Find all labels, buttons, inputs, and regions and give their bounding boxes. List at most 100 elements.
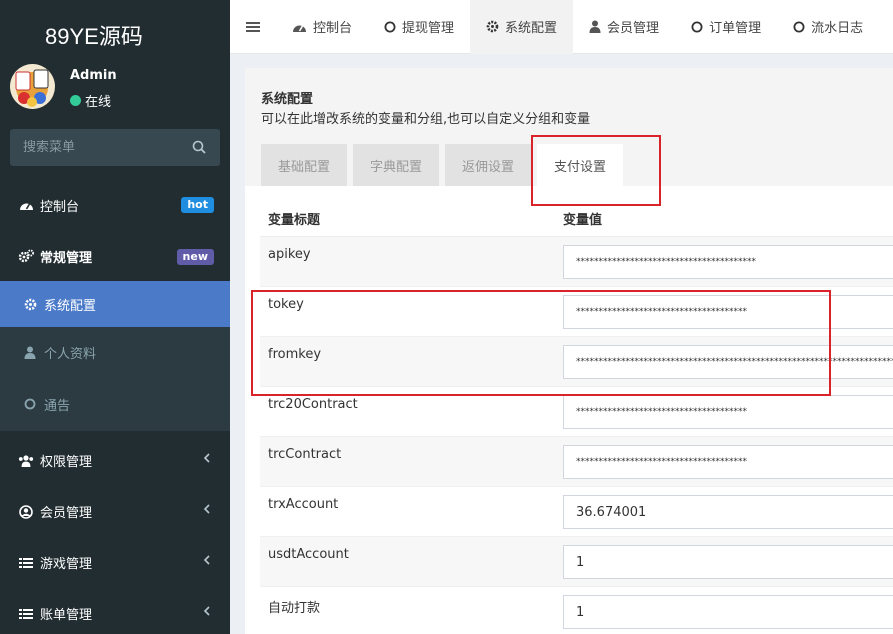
sidebar-item-dashboard[interactable]: 控制台 hot — [0, 179, 230, 231]
list-icon — [18, 556, 34, 570]
trc-contract-input[interactable]: ************************************** — [563, 445, 893, 479]
config-subtabs: 基础配置 字典配置 返佣设置 支付设置 — [261, 144, 629, 186]
row-key: fromkey — [268, 347, 322, 362]
cogs-icon — [18, 249, 34, 263]
row-key: tokey — [268, 297, 304, 312]
table-row: usdtAccount 1 — [260, 537, 893, 587]
row-key: usdtAccount — [268, 547, 349, 562]
row-key: apikey — [268, 247, 311, 262]
user-icon — [589, 20, 601, 33]
sidebar-item-members[interactable]: 会员管理 — [0, 482, 230, 533]
row-key: trxAccount — [268, 497, 339, 512]
tab-members[interactable]: 会员管理 — [573, 0, 675, 54]
tab-label: 会员管理 — [607, 21, 660, 36]
list-icon — [18, 607, 34, 621]
sidebar: 89YE源码 Admin 在线 搜索菜单 控制台 hot 常规管理 new 系统… — [0, 0, 230, 634]
tab-label: 控制台 — [313, 21, 353, 36]
panel-title: 系统配置 — [261, 92, 314, 107]
tab-label: 系统配置 — [505, 21, 558, 36]
subtab-payment[interactable]: 支付设置 — [537, 144, 623, 186]
tab-system-config[interactable]: 系统配置 — [470, 0, 574, 54]
trc20-contract-input[interactable]: ************************************** — [563, 395, 893, 429]
sidebar-item-label: 游戏管理 — [40, 557, 93, 572]
sidebar-item-permissions[interactable]: 权限管理 — [0, 431, 230, 482]
group-icon — [18, 454, 34, 468]
tab-withdraw[interactable]: 提现管理 — [368, 0, 470, 54]
column-header-value: 变量值 — [563, 213, 603, 228]
subtab-commission[interactable]: 返佣设置 — [445, 144, 531, 186]
brand-logo[interactable]: 89YE源码 — [0, 0, 230, 70]
dashboard-icon — [18, 198, 34, 212]
row-key: trcContract — [268, 447, 342, 462]
chevron-left-icon — [203, 555, 210, 565]
row-key: 自动打款 — [268, 601, 321, 616]
sidebar-item-notice[interactable]: 通告 — [0, 377, 230, 431]
gear-icon — [22, 297, 38, 311]
panel-description: 可以在此增改系统的变量和分组,也可以自定义分组和变量 — [261, 112, 591, 127]
chevron-left-icon — [203, 606, 210, 616]
menu-icon — [246, 21, 260, 32]
tab-label: 提现管理 — [402, 21, 455, 36]
tab-flow-log[interactable]: 流水日志 — [777, 0, 879, 54]
fromkey-input[interactable]: ****************************************… — [563, 345, 893, 379]
hot-badge: hot — [181, 197, 214, 213]
user-icon — [22, 345, 38, 359]
table-row: trc20Contract **************************… — [260, 387, 893, 437]
online-status-icon — [70, 95, 81, 106]
sidebar-item-label: 通告 — [44, 398, 71, 414]
gear-icon — [486, 20, 499, 33]
user-avatar — [10, 64, 55, 109]
sidebar-item-label: 会员管理 — [40, 506, 93, 521]
sidebar-item-label: 常规管理 — [40, 250, 93, 266]
config-table: 变量标题 变量值 apikey ************************… — [260, 201, 893, 634]
circle-icon — [384, 21, 396, 33]
column-header-title: 变量标题 — [268, 213, 321, 228]
menu-search — [10, 129, 220, 166]
user-status: 在线 — [70, 91, 111, 110]
tab-orders[interactable]: 订单管理 — [675, 0, 777, 54]
auto-payout-input[interactable]: 1 — [563, 595, 893, 629]
sidebar-item-label: 个人资料 — [44, 346, 97, 362]
panel-header: 系统配置 可以在此增改系统的变量和分组,也可以自定义分组和变量 基础配置 字典配… — [245, 68, 893, 186]
subtab-dictionary[interactable]: 字典配置 — [353, 144, 439, 186]
circle-icon — [22, 397, 38, 411]
chevron-left-icon — [203, 453, 210, 463]
user-status-label: 在线 — [85, 95, 112, 110]
table-row: trcContract ****************************… — [260, 437, 893, 487]
tab-label: 订单管理 — [709, 21, 762, 36]
tokey-input[interactable]: ************************************** — [563, 295, 893, 329]
dashboard-icon — [292, 21, 307, 33]
new-badge: new — [176, 249, 214, 265]
sidebar-menu: 控制台 hot 常规管理 new 系统配置 个人资料 通告 权限管理 会员管理 … — [0, 179, 230, 634]
trx-account-input[interactable]: 36.674001 — [563, 495, 893, 529]
sidebar-item-games[interactable]: 游戏管理 — [0, 533, 230, 584]
table-row: apikey *********************************… — [260, 237, 893, 287]
subtab-basic[interactable]: 基础配置 — [261, 144, 347, 186]
sidebar-item-label: 权限管理 — [40, 455, 93, 470]
row-key: trc20Contract — [268, 397, 358, 412]
tab-dashboard[interactable]: 控制台 — [276, 0, 368, 54]
table-row: fromkey ********************************… — [260, 337, 893, 387]
circle-icon — [691, 21, 703, 33]
sidebar-item-label: 账单管理 — [40, 608, 93, 623]
table-header: 变量标题 变量值 — [260, 201, 893, 237]
apikey-input[interactable]: **************************************** — [563, 245, 893, 279]
user-panel: Admin 在线 — [0, 62, 230, 114]
table-row: 自动打款 1 — [260, 587, 893, 634]
user-name: Admin — [70, 68, 117, 83]
user-circle-icon — [18, 504, 34, 519]
search-icon[interactable] — [192, 140, 206, 154]
table-row: tokey **********************************… — [260, 287, 893, 337]
sidebar-toggle-button[interactable] — [230, 0, 276, 54]
top-nav: 控制台 提现管理 系统配置 会员管理 订单管理 流水日志 — [230, 0, 893, 54]
tab-label: 流水日志 — [811, 21, 864, 36]
table-row: trxAccount 36.674001 — [260, 487, 893, 537]
usdt-account-input[interactable]: 1 — [563, 545, 893, 579]
sidebar-item-system-config[interactable]: 系统配置 — [0, 281, 230, 327]
sidebar-item-general[interactable]: 常规管理 new — [0, 231, 230, 281]
sidebar-item-label: 控制台 — [40, 199, 80, 215]
sidebar-item-bills[interactable]: 账单管理 — [0, 584, 230, 634]
menu-search-input[interactable] — [10, 140, 185, 155]
sidebar-item-profile[interactable]: 个人资料 — [0, 327, 230, 377]
sidebar-item-label: 系统配置 — [44, 298, 97, 314]
